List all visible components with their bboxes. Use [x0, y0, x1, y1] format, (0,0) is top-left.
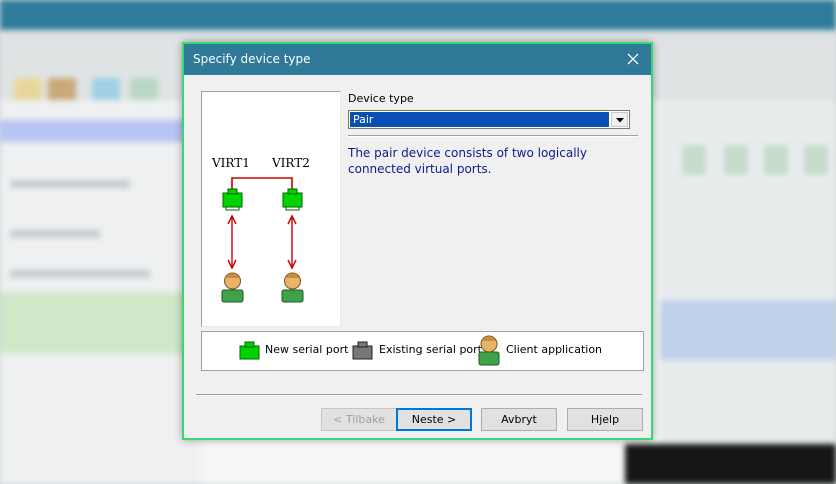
legend-client-app: Client application [506, 343, 603, 356]
background-row [10, 230, 100, 238]
chevron-down-icon [616, 118, 624, 123]
legend-existing-port: Existing serial port [379, 343, 482, 356]
legend-panel: New serial port Existing serial port Cli… [201, 331, 644, 371]
bidirectional-arrow-2 [287, 214, 297, 270]
background-cell [764, 145, 788, 175]
background-cell [724, 145, 748, 175]
divider-top [348, 135, 638, 137]
divider-bottom [196, 394, 642, 396]
device-type-label: Device type [348, 92, 414, 105]
background-row [10, 270, 150, 278]
device-type-selected-value: Pair [349, 111, 610, 128]
bidirectional-arrow-1 [227, 214, 237, 270]
background-dark-corner [625, 444, 836, 484]
existing-port-legend-icon [352, 341, 373, 360]
cancel-button[interactable]: Avbryt [481, 408, 557, 431]
legend-new-port: New serial port [265, 343, 349, 356]
dialog-title-bar: Specify device type [184, 44, 651, 75]
new-port-icon-1 [222, 188, 243, 211]
background-title-bar [0, 0, 836, 30]
background-cell [804, 145, 828, 175]
connection-line [231, 177, 293, 189]
client-app-icon-2 [281, 272, 304, 303]
device-type-dropdown-button[interactable] [611, 112, 628, 127]
device-type-description: The pair device consists of two logicall… [348, 146, 587, 176]
next-button[interactable]: Neste > [396, 408, 472, 431]
background-selected-row [0, 120, 200, 142]
back-button[interactable]: < Tilbake [321, 408, 397, 431]
help-button[interactable]: Hjelp [567, 408, 643, 431]
background-cell [682, 145, 706, 175]
dialog-title: Specify device type [193, 52, 311, 66]
new-port-icon-2 [282, 188, 303, 211]
pair-diagram: VIRT1 VIRT2 [201, 91, 341, 327]
background-right-panel [660, 100, 836, 484]
device-type-select[interactable]: Pair [348, 110, 630, 129]
client-app-icon-1 [221, 272, 244, 303]
client-app-legend-icon [478, 335, 500, 366]
specify-device-type-dialog: Specify device type VIRT1 VIRT2 Device t… [182, 42, 653, 440]
new-port-legend-icon [239, 341, 260, 360]
background-blue-band [660, 300, 836, 360]
close-icon [627, 53, 639, 65]
diagram-graphics [221, 177, 304, 303]
close-button[interactable] [615, 44, 651, 75]
background-green-strip [0, 292, 200, 354]
background-row [10, 180, 130, 188]
